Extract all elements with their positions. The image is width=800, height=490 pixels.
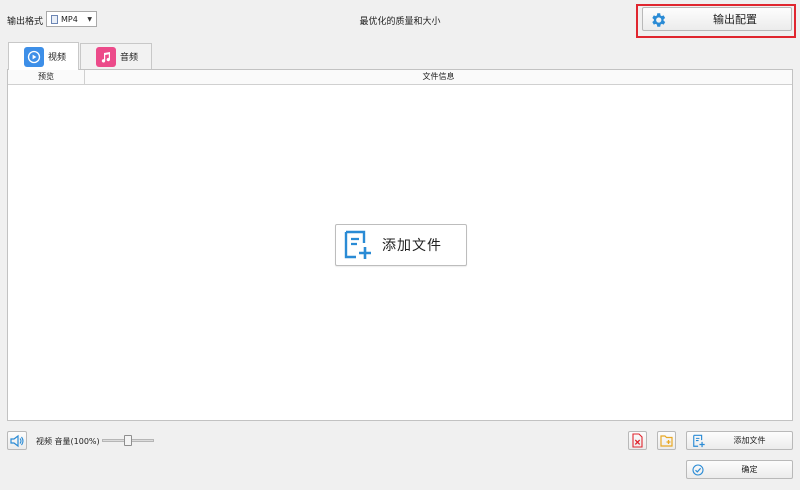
table-header: 预览 文件信息 [8, 70, 792, 85]
output-settings-label: 输出配置 [713, 13, 757, 26]
open-folder-button[interactable] [657, 431, 676, 450]
column-preview[interactable]: 预览 [8, 70, 85, 84]
add-file-center-button[interactable]: 添加文件 [335, 224, 467, 266]
tab-video[interactable]: 视频 [8, 42, 79, 70]
add-file-button-label: 添加文件 [733, 436, 766, 445]
check-circle-icon [692, 464, 704, 476]
clear-list-button[interactable] [628, 431, 647, 450]
gear-icon [652, 13, 666, 27]
tab-audio-label: 音频 [120, 53, 139, 63]
file-list-panel: 预览 文件信息 添加文件 [7, 69, 793, 421]
delete-file-icon [632, 433, 643, 448]
add-file-center-label: 添加文件 [382, 238, 442, 254]
tab-video-label: 视频 [48, 53, 67, 63]
column-file-info[interactable]: 文件信息 [85, 70, 792, 84]
play-circle-icon [24, 46, 44, 67]
add-file-icon [344, 230, 371, 259]
music-note-icon [96, 46, 116, 67]
output-settings-button[interactable]: 输出配置 [642, 7, 792, 31]
confirm-button[interactable]: 确定 [686, 460, 793, 479]
tab-audio[interactable]: 音频 [80, 43, 152, 70]
add-file-icon [693, 434, 705, 448]
folder-add-icon [660, 435, 673, 447]
volume-label: 视频 音量(100%) [36, 437, 100, 446]
add-file-button[interactable]: 添加文件 [686, 431, 793, 450]
confirm-button-label: 确定 [741, 465, 758, 474]
speaker-icon [10, 434, 24, 447]
volume-slider-thumb[interactable] [124, 435, 132, 446]
volume-button[interactable] [7, 431, 27, 450]
